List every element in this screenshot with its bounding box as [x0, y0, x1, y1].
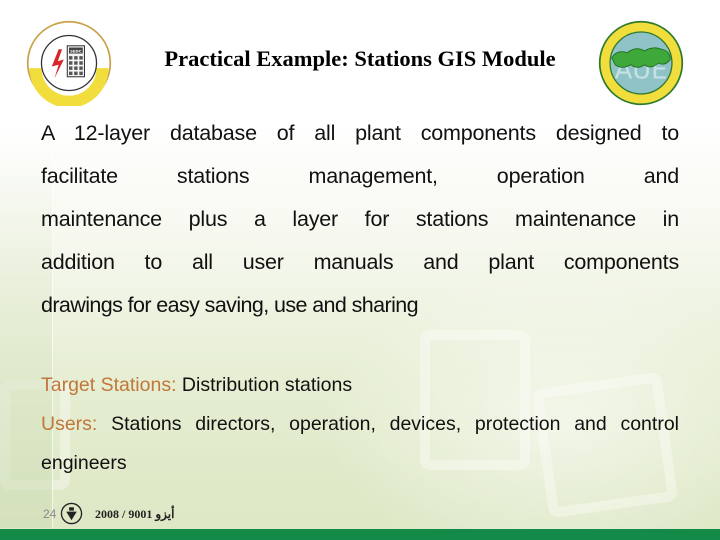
iso-certification-icon [60, 502, 83, 525]
description-line: facilitate stations management, operatio… [41, 164, 679, 188]
page-number: 24 [43, 507, 57, 521]
users-label: Users: [41, 413, 98, 435]
target-stations-label: Target Stations: [41, 374, 177, 396]
iso-certification-text: 2008 / 9001 أيزو [95, 507, 175, 521]
description-paragraph: A 12-layer database of all plant compone… [41, 112, 679, 327]
description-line: drawings for easy saving, use and sharin… [41, 293, 419, 317]
info-block: Target Stations: Distribution stations U… [41, 366, 679, 483]
target-stations-value: Distribution stations [176, 374, 353, 396]
description-line: addition to all user manuals and plant c… [41, 250, 679, 274]
footer-band [0, 529, 720, 540]
description-line: A 12-layer database of all plant compone… [41, 121, 679, 145]
users-value: Stations directors, operation, devices, … [41, 413, 679, 474]
slide: SEDC AUE Practical Example: Stations GIS… [0, 0, 720, 540]
users-row: Users: Stations directors, operation, de… [41, 405, 679, 483]
description-line: maintenance plus a layer for stations ma… [41, 207, 679, 231]
target-stations-row: Target Stations: Distribution stations [41, 366, 679, 405]
slide-title: Practical Example: Stations GIS Module [164, 46, 556, 71]
